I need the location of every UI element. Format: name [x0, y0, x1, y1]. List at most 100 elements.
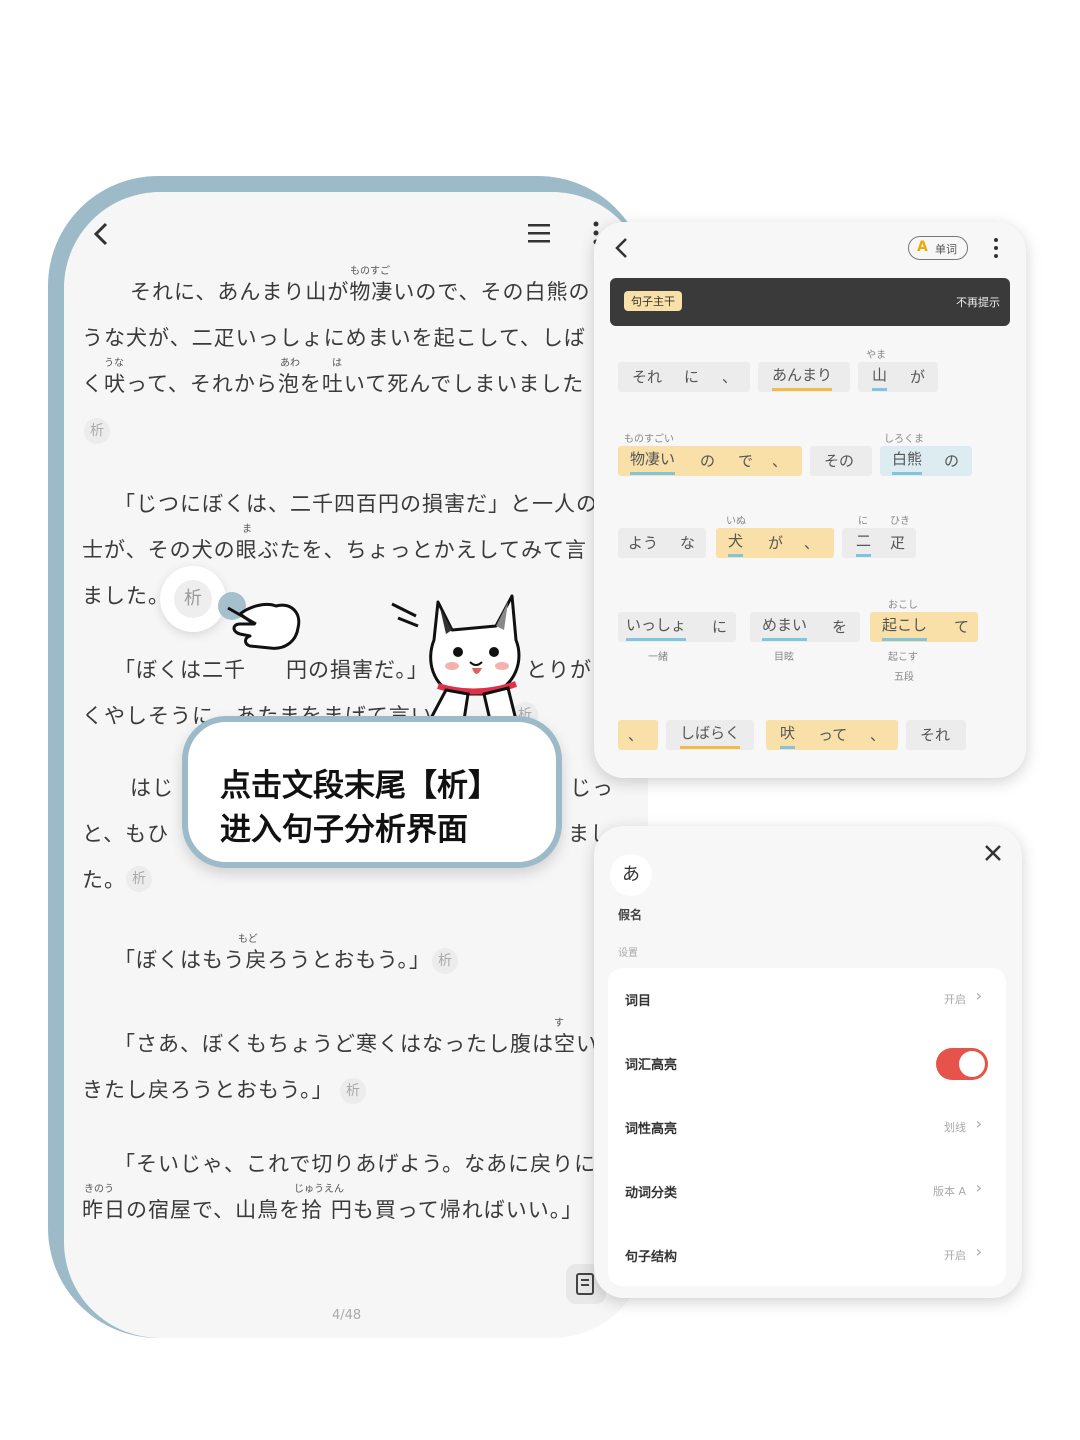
text-line: 昨日の宿屋で、山鳥を拾 円も買って帰ればいい。」	[82, 1198, 584, 1222]
text-line: じっ	[570, 776, 614, 800]
analyze-button[interactable]: 析	[340, 1078, 366, 1104]
chevron-right-icon: ›	[975, 986, 982, 1005]
setting-row-sentence-structure[interactable]: 句子结构 开启 ›	[608, 1224, 1006, 1287]
analyze-button[interactable]: 析	[126, 866, 152, 892]
setting-row-vocab-highlight: 词汇高亮	[608, 1032, 1006, 1095]
cat-mascot-icon	[391, 594, 521, 722]
text-line: きたし戻ろうとおもう。」	[82, 1078, 334, 1102]
close-icon[interactable]	[982, 842, 1004, 864]
text-line: それに、あんまり山が物凄いので、その白熊の	[130, 280, 591, 304]
token: 、	[772, 452, 788, 470]
token: 疋	[890, 534, 906, 552]
base-form: 目眩	[774, 652, 794, 663]
base-form: 一緒	[648, 652, 668, 663]
base-form: 起こす	[888, 652, 918, 663]
ruby: きのう	[84, 1184, 114, 1195]
token-group[interactable]: 犬 が 、	[716, 528, 834, 558]
setting-value: 划线	[944, 1121, 966, 1134]
token-group[interactable]: それ	[906, 720, 966, 750]
text-line: く吠って、それから泡を吐いて死んでしまいました	[82, 372, 585, 396]
ruby: もど	[238, 934, 258, 945]
token-group[interactable]: 起こし て	[870, 612, 978, 642]
text-line: ました。	[82, 584, 170, 608]
ruby: ま	[242, 524, 252, 535]
token-group[interactable]: その	[810, 446, 872, 476]
token-group[interactable]: 物凄い の で 、	[618, 446, 802, 476]
token: その	[824, 452, 855, 470]
ruby: ものすご	[350, 266, 390, 277]
menu-icon[interactable]	[526, 222, 552, 244]
kana-toggle-button[interactable]: あ	[610, 854, 652, 896]
banner-tag: 句子主干	[624, 291, 682, 311]
token-group[interactable]: 、	[618, 720, 658, 750]
token: 、	[870, 726, 886, 744]
analyze-label: 析	[174, 580, 212, 618]
token: 二	[856, 528, 872, 557]
text-line: た。	[82, 868, 126, 892]
token: 、	[628, 726, 644, 744]
token-group[interactable]: 山 が	[858, 362, 938, 392]
ruby: に	[858, 516, 868, 527]
setting-value: 版本 A	[932, 1185, 966, 1198]
callout-line: 进入句子分析界面	[220, 812, 468, 848]
token-group[interactable]: しばらく	[666, 720, 754, 750]
token: 物凄い	[630, 446, 676, 475]
back-icon[interactable]	[90, 220, 112, 248]
token-group[interactable]: 吠 って 、	[766, 720, 898, 750]
analyze-button[interactable]: 析	[84, 418, 110, 444]
setting-label: 动词分类	[625, 1186, 678, 1201]
token-group[interactable]: それ に 、	[618, 362, 750, 392]
vocab-highlight-toggle[interactable]	[936, 1048, 988, 1080]
token: よう	[628, 534, 659, 552]
token: って	[818, 726, 848, 744]
letter-a-icon: A	[917, 239, 928, 255]
token: て	[954, 618, 970, 636]
ruby: ものすごい	[624, 434, 674, 445]
token: に	[684, 368, 700, 386]
dismiss-hint-button[interactable]: 不再提示	[956, 294, 1000, 310]
setting-value: 开启	[944, 1249, 966, 1262]
setting-row-headword[interactable]: 词目 开启 ›	[608, 968, 1006, 1031]
ruby: やま	[866, 350, 886, 361]
ruby: しろくま	[884, 434, 924, 445]
ruby: す	[554, 1018, 564, 1029]
back-icon[interactable]	[612, 236, 632, 260]
text-line: 士が、その犬の眼ぶたを、ちょっとかえしてみて言	[82, 538, 587, 562]
token: 山	[872, 362, 888, 391]
token: を	[832, 618, 848, 636]
token-group[interactable]: いっしょ に	[618, 612, 736, 642]
token-group[interactable]: 白熊 の	[880, 446, 972, 476]
token: それ	[920, 726, 951, 744]
setting-row-verb-class[interactable]: 动词分类 版本 A ›	[608, 1160, 1006, 1223]
setting-label: 词目	[625, 994, 652, 1009]
token-group[interactable]: めまい を	[750, 612, 860, 642]
token: しばらく	[680, 720, 741, 749]
sentence-analysis-panel: A 单词 句子主干 不再提示 それ に 、 あんまり やま 山 が ものすごい …	[594, 222, 1026, 778]
analyze-button[interactable]: 析	[432, 948, 458, 974]
token: 起こし	[882, 612, 928, 641]
text-line: 「ぼくはもう戻ろうとおもう。」	[114, 948, 431, 972]
section-label: 设置	[618, 948, 638, 959]
token: めまい	[762, 612, 808, 641]
text-line: 「じつにぼくは、二千四百円の損害だ」と一人の	[114, 492, 598, 516]
chevron-right-icon: ›	[975, 1114, 982, 1133]
text-line: うな犬が、二疋いっしょにめまいを起こして、しば	[82, 326, 586, 350]
text-line: 「そいじゃ、これで切りあげよう。なあに戻りに	[114, 1152, 597, 1176]
token-group[interactable]: 二 疋	[842, 528, 916, 558]
token: 、	[804, 534, 820, 552]
token: 、	[722, 368, 738, 386]
text-line: と、もひ	[82, 822, 170, 846]
chevron-right-icon: ›	[975, 1178, 982, 1197]
token: な	[680, 534, 696, 552]
verb-class: 五段	[894, 672, 914, 683]
setting-value: 开启	[944, 993, 966, 1006]
more-icon[interactable]	[992, 236, 1000, 260]
token-group[interactable]: あんまり	[758, 362, 850, 392]
setting-row-pos-highlight[interactable]: 词性高亮 划线 ›	[608, 1096, 1006, 1159]
word-mode-button[interactable]: A 单词	[908, 236, 968, 260]
token-group[interactable]: よう な	[618, 528, 706, 558]
token: が	[910, 368, 926, 386]
page-indicator: 4/48	[332, 1308, 362, 1323]
token: 白熊	[892, 446, 923, 475]
setting-label: 词汇高亮	[625, 1058, 678, 1073]
